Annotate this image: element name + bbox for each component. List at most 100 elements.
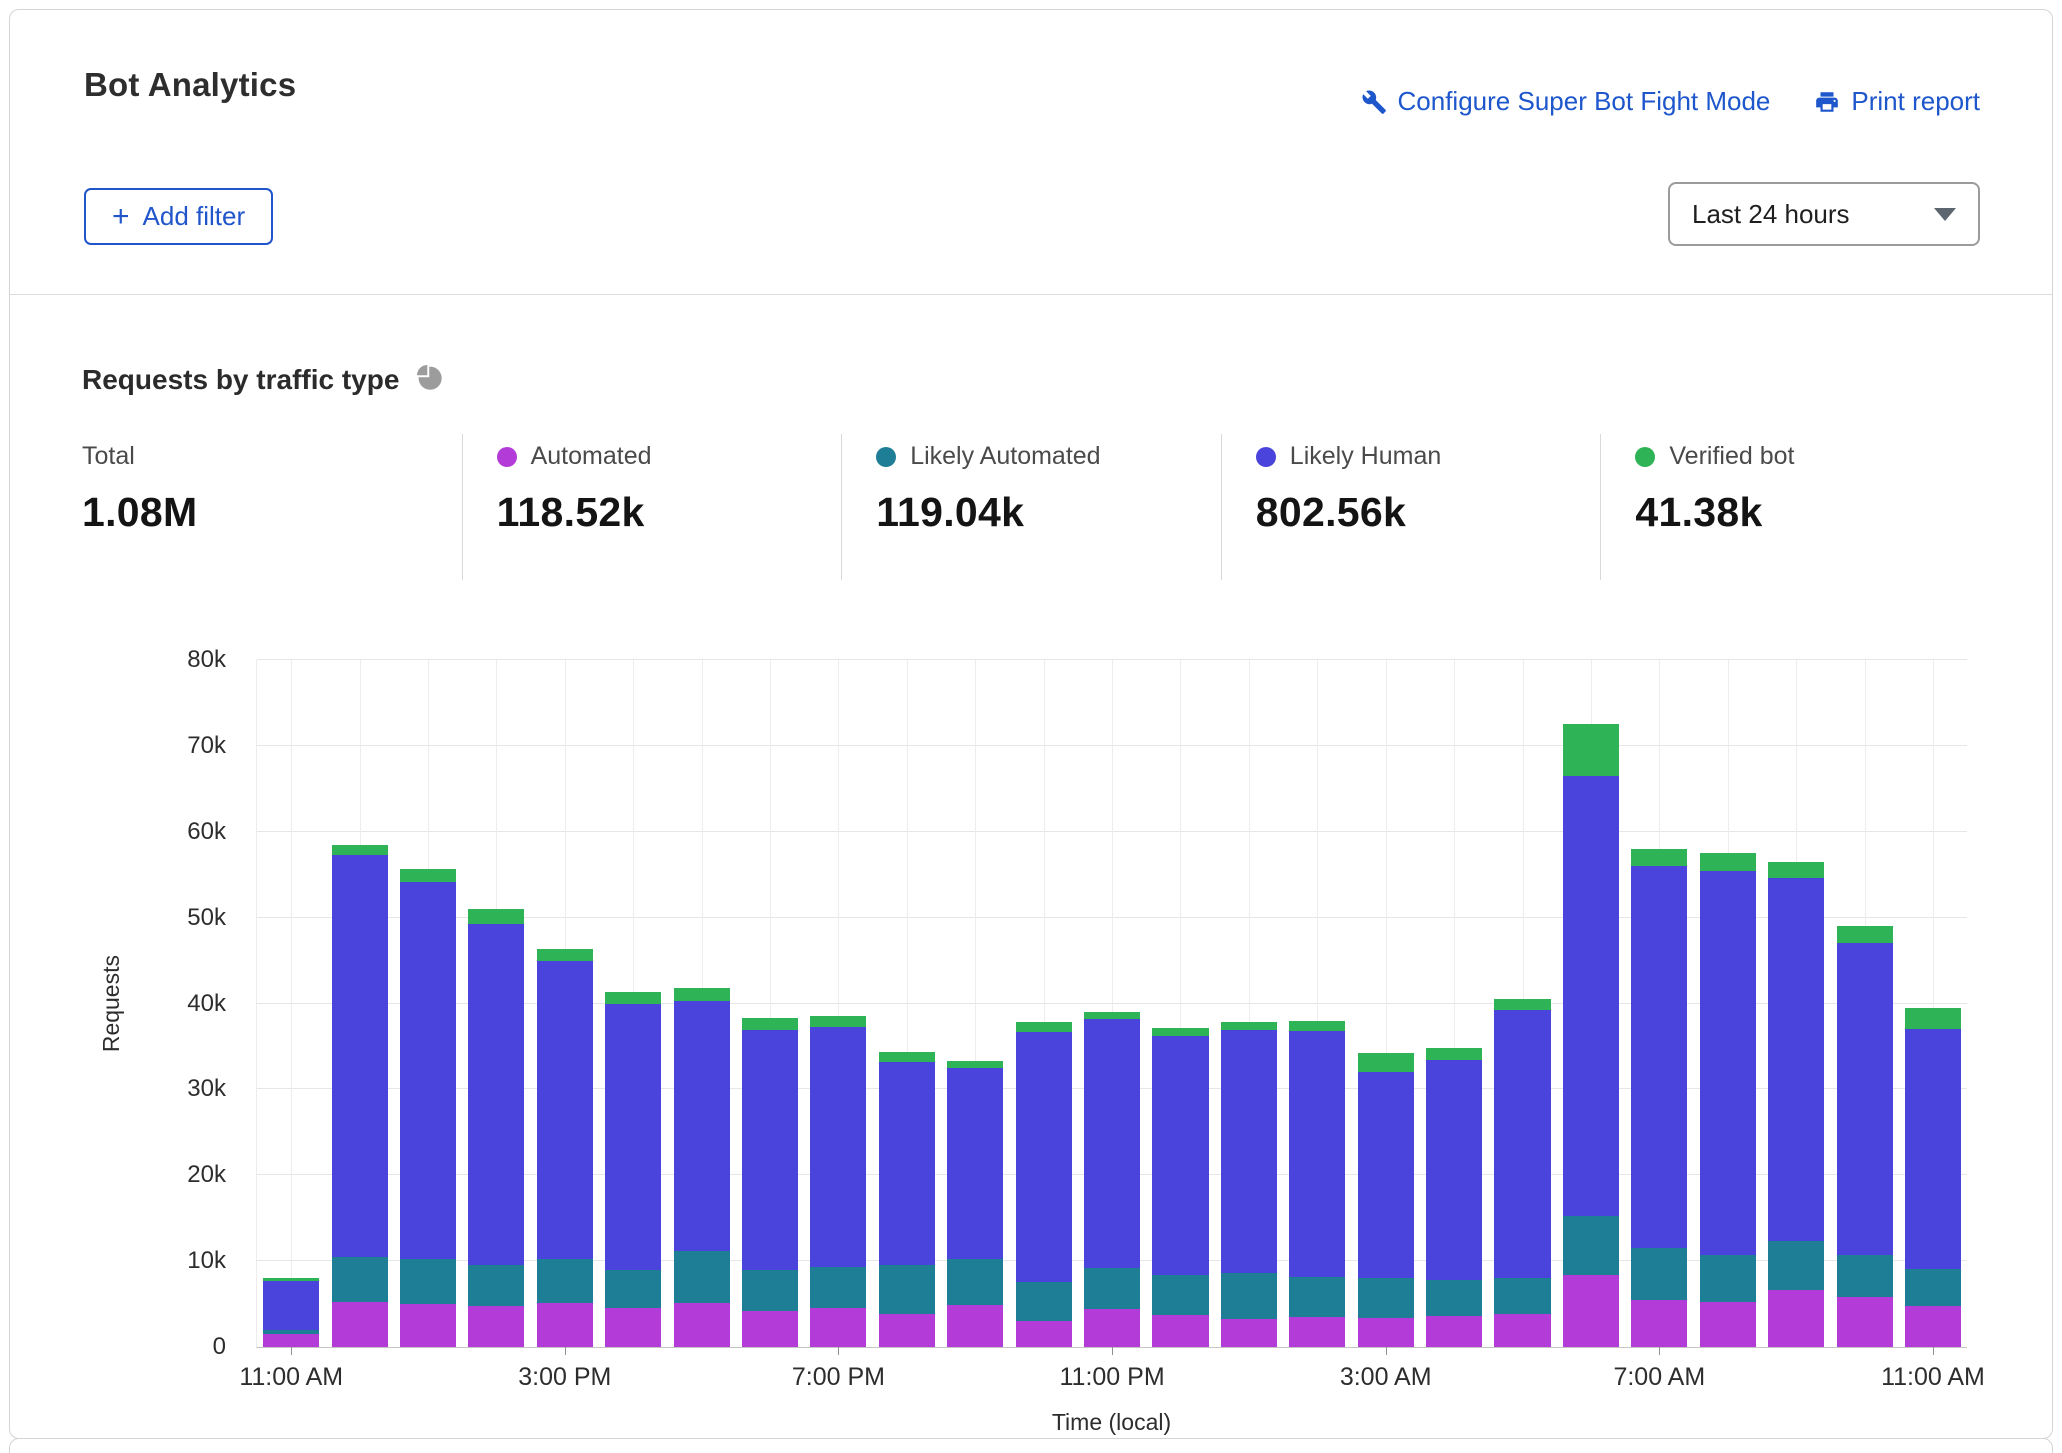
stacked-bar[interactable] bbox=[1152, 660, 1208, 1347]
bar-segment-likely-automated[interactable] bbox=[1837, 1255, 1893, 1297]
stacked-bar[interactable] bbox=[263, 660, 319, 1347]
bar-segment-verified-bot[interactable] bbox=[400, 869, 456, 882]
bar-segment-likely-human[interactable] bbox=[1084, 1019, 1140, 1268]
bar-segment-likely-automated[interactable] bbox=[605, 1270, 661, 1309]
bar-segment-likely-human[interactable] bbox=[1700, 871, 1756, 1255]
time-range-select[interactable]: Last 24 hours bbox=[1668, 182, 1980, 246]
bar-segment-automated[interactable] bbox=[1905, 1306, 1961, 1347]
bar-segment-automated[interactable] bbox=[1563, 1275, 1619, 1347]
bar-segment-automated[interactable] bbox=[537, 1303, 593, 1347]
bar-segment-automated[interactable] bbox=[810, 1308, 866, 1347]
bar-segment-likely-automated[interactable] bbox=[537, 1259, 593, 1303]
bar-segment-likely-human[interactable] bbox=[674, 1001, 730, 1251]
bar-segment-automated[interactable] bbox=[1221, 1319, 1277, 1347]
bar-segment-automated[interactable] bbox=[1768, 1290, 1824, 1347]
bar-segment-automated[interactable] bbox=[400, 1304, 456, 1347]
stacked-bar[interactable] bbox=[1631, 660, 1687, 1347]
bar-segment-likely-human[interactable] bbox=[332, 855, 388, 1257]
bar-segment-verified-bot[interactable] bbox=[1768, 862, 1824, 878]
bar-segment-automated[interactable] bbox=[1700, 1302, 1756, 1347]
bar-segment-likely-automated[interactable] bbox=[1152, 1275, 1208, 1315]
bar-segment-automated[interactable] bbox=[1084, 1309, 1140, 1347]
bar-segment-automated[interactable] bbox=[263, 1334, 319, 1347]
stacked-bar[interactable] bbox=[1837, 660, 1893, 1347]
bar-segment-verified-bot[interactable] bbox=[810, 1016, 866, 1027]
bar-segment-likely-automated[interactable] bbox=[947, 1259, 1003, 1305]
stacked-bar[interactable] bbox=[468, 660, 524, 1347]
bar-segment-automated[interactable] bbox=[1289, 1317, 1345, 1347]
bar-segment-likely-automated[interactable] bbox=[1221, 1273, 1277, 1319]
bar-segment-likely-automated[interactable] bbox=[1084, 1268, 1140, 1309]
bar-segment-likely-human[interactable] bbox=[468, 924, 524, 1266]
stacked-bar[interactable] bbox=[810, 660, 866, 1347]
bar-segment-verified-bot[interactable] bbox=[1494, 999, 1550, 1009]
bar-segment-likely-automated[interactable] bbox=[1700, 1255, 1756, 1302]
bar-segment-verified-bot[interactable] bbox=[1289, 1021, 1345, 1031]
bar-segment-verified-bot[interactable] bbox=[1426, 1048, 1482, 1060]
bar-segment-verified-bot[interactable] bbox=[742, 1018, 798, 1030]
stacked-bar[interactable] bbox=[1563, 660, 1619, 1347]
bar-segment-verified-bot[interactable] bbox=[879, 1052, 935, 1061]
bar-segment-automated[interactable] bbox=[742, 1311, 798, 1347]
bar-segment-likely-human[interactable] bbox=[1016, 1032, 1072, 1282]
bar-segment-verified-bot[interactable] bbox=[1221, 1022, 1277, 1030]
bar-segment-likely-human[interactable] bbox=[1905, 1029, 1961, 1269]
stacked-bar[interactable] bbox=[605, 660, 661, 1347]
bar-segment-likely-human[interactable] bbox=[947, 1068, 1003, 1259]
stacked-bar[interactable] bbox=[537, 660, 593, 1347]
stacked-bar[interactable] bbox=[1426, 660, 1482, 1347]
bar-segment-likely-human[interactable] bbox=[1768, 878, 1824, 1240]
stacked-bar[interactable] bbox=[332, 660, 388, 1347]
bar-segment-verified-bot[interactable] bbox=[1631, 849, 1687, 866]
bar-segment-likely-automated[interactable] bbox=[1358, 1278, 1414, 1318]
bar-segment-likely-human[interactable] bbox=[1631, 866, 1687, 1248]
stacked-bar[interactable] bbox=[742, 660, 798, 1347]
bar-segment-automated[interactable] bbox=[674, 1303, 730, 1347]
stacked-bar[interactable] bbox=[1905, 660, 1961, 1347]
bar-segment-verified-bot[interactable] bbox=[1700, 853, 1756, 871]
bar-segment-likely-human[interactable] bbox=[879, 1062, 935, 1266]
bar-segment-verified-bot[interactable] bbox=[1084, 1012, 1140, 1019]
bar-segment-likely-human[interactable] bbox=[810, 1027, 866, 1267]
bar-segment-likely-automated[interactable] bbox=[1905, 1269, 1961, 1306]
bar-segment-likely-human[interactable] bbox=[605, 1004, 661, 1269]
bar-segment-likely-automated[interactable] bbox=[742, 1270, 798, 1311]
bar-segment-automated[interactable] bbox=[1494, 1314, 1550, 1347]
stacked-bar[interactable] bbox=[1084, 660, 1140, 1347]
bar-segment-likely-human[interactable] bbox=[742, 1030, 798, 1270]
bar-segment-automated[interactable] bbox=[332, 1302, 388, 1348]
bar-segment-likely-human[interactable] bbox=[1494, 1010, 1550, 1279]
bar-segment-verified-bot[interactable] bbox=[332, 845, 388, 855]
print-report-link[interactable]: Print report bbox=[1814, 86, 1980, 117]
stacked-bar[interactable] bbox=[879, 660, 935, 1347]
bar-segment-likely-automated[interactable] bbox=[1426, 1280, 1482, 1316]
stacked-bar[interactable] bbox=[674, 660, 730, 1347]
bar-segment-verified-bot[interactable] bbox=[1563, 724, 1619, 776]
bar-segment-likely-automated[interactable] bbox=[468, 1265, 524, 1305]
bar-segment-verified-bot[interactable] bbox=[1016, 1022, 1072, 1031]
bar-segment-verified-bot[interactable] bbox=[605, 992, 661, 1004]
stacked-bar[interactable] bbox=[1700, 660, 1756, 1347]
bar-segment-likely-human[interactable] bbox=[1563, 776, 1619, 1216]
bar-segment-automated[interactable] bbox=[1152, 1315, 1208, 1347]
bar-segment-likely-automated[interactable] bbox=[674, 1251, 730, 1303]
bar-segment-likely-automated[interactable] bbox=[1494, 1278, 1550, 1313]
add-filter-button[interactable]: + Add filter bbox=[84, 188, 273, 245]
bar-segment-likely-human[interactable] bbox=[400, 882, 456, 1260]
bar-segment-likely-automated[interactable] bbox=[1563, 1216, 1619, 1275]
stacked-bar[interactable] bbox=[1289, 660, 1345, 1347]
bar-segment-automated[interactable] bbox=[879, 1314, 935, 1347]
bar-segment-likely-human[interactable] bbox=[263, 1281, 319, 1330]
bar-segment-automated[interactable] bbox=[1837, 1297, 1893, 1347]
bar-segment-verified-bot[interactable] bbox=[1358, 1053, 1414, 1072]
bar-segment-verified-bot[interactable] bbox=[947, 1061, 1003, 1068]
bar-segment-verified-bot[interactable] bbox=[468, 909, 524, 924]
bar-segment-likely-human[interactable] bbox=[1152, 1036, 1208, 1275]
bar-segment-automated[interactable] bbox=[468, 1306, 524, 1347]
bar-segment-likely-automated[interactable] bbox=[879, 1265, 935, 1314]
bar-segment-likely-human[interactable] bbox=[1289, 1031, 1345, 1277]
bar-segment-verified-bot[interactable] bbox=[1905, 1008, 1961, 1029]
stacked-bar[interactable] bbox=[1768, 660, 1824, 1347]
bar-segment-automated[interactable] bbox=[1631, 1300, 1687, 1347]
stacked-bar[interactable] bbox=[1494, 660, 1550, 1347]
